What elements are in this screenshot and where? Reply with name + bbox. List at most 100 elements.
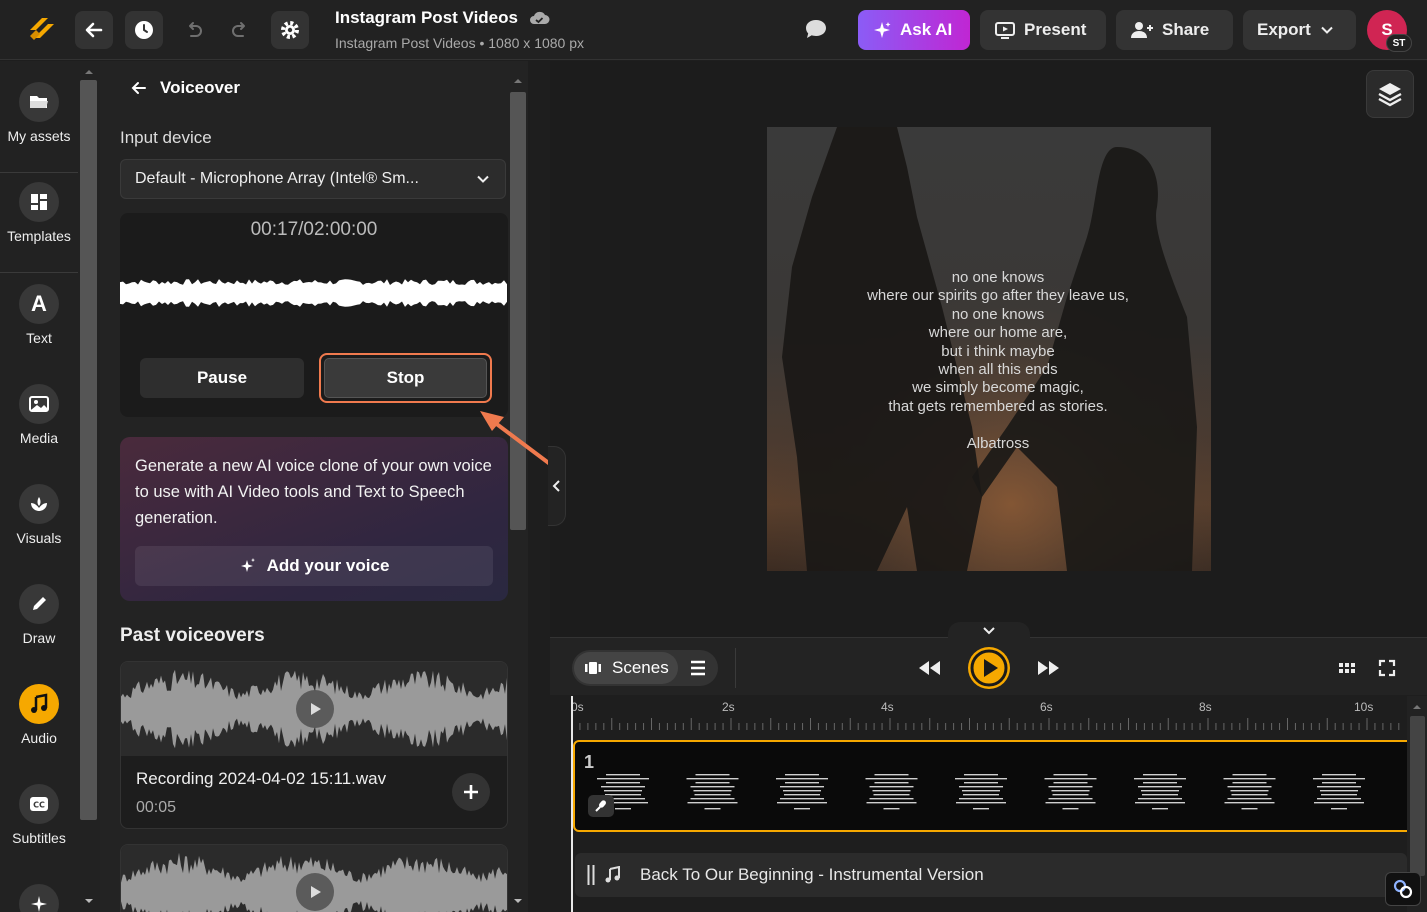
rail-label: Text <box>26 330 52 346</box>
play-recording-button[interactable] <box>296 873 334 911</box>
history-button[interactable] <box>125 11 163 49</box>
ask-ai-label: Ask AI <box>900 20 953 39</box>
sparkle-icon <box>874 22 891 38</box>
add-your-voice-label: Add your voice <box>266 556 390 575</box>
timeline-ruler[interactable] <box>572 718 1406 730</box>
poem-author[interactable]: Albatross <box>767 435 1229 452</box>
pen-icon <box>19 584 59 624</box>
document-title[interactable]: Instagram Post Videos <box>335 8 518 28</box>
rail-item-media[interactable]: Media <box>0 384 78 446</box>
list-view-button[interactable] <box>688 658 710 678</box>
poem-line: no one knows <box>951 269 1045 286</box>
image-icon <box>19 384 59 424</box>
rail-label: My assets <box>7 128 71 144</box>
rail-item-subtitles[interactable]: CC Subtitles <box>0 784 78 846</box>
app-logo[interactable] <box>26 14 56 46</box>
toolbar-divider <box>735 648 736 688</box>
redo-icon <box>232 22 245 37</box>
layers-button[interactable] <box>1366 70 1414 118</box>
toggle-timeline-button[interactable] <box>948 622 1030 640</box>
rail-item-my-assets[interactable]: My assets <box>0 82 78 144</box>
pause-button[interactable]: Pause <box>140 358 304 398</box>
chevron-left-icon <box>552 480 560 492</box>
past-voiceovers-heading: Past voiceovers <box>120 625 265 646</box>
input-device-label: Input device <box>120 128 212 147</box>
scenes-view-button[interactable]: Scenes <box>574 652 678 684</box>
share-label: Share <box>1162 20 1210 39</box>
rail-item-visuals[interactable]: Visuals <box>0 484 78 546</box>
timeline-scroll-thumb[interactable] <box>1410 716 1425 876</box>
undo-icon <box>189 22 202 37</box>
ruler-label: 8s <box>1199 700 1212 714</box>
poem-line: no one knows <box>951 305 1045 323</box>
fast-forward-button[interactable] <box>1036 656 1062 680</box>
rail-item-text[interactable]: A Text <box>0 284 78 346</box>
arrow-left-icon <box>85 22 103 38</box>
ruler-label: 10s <box>1354 700 1374 714</box>
rail-label: Draw <box>22 630 56 646</box>
scroll-up-icon <box>1413 705 1421 709</box>
stop-button[interactable]: Stop <box>324 358 487 398</box>
rail-label: Visuals <box>16 530 62 546</box>
add-recording-button[interactable] <box>452 773 490 811</box>
play-icon <box>970 649 1008 687</box>
export-button[interactable]: Export <box>1243 10 1356 50</box>
scene-number: 1 <box>584 752 595 772</box>
play-button[interactable] <box>968 647 1010 689</box>
plus-icon <box>464 785 478 799</box>
fullscreen-button[interactable] <box>1377 658 1397 678</box>
present-button[interactable]: Present <box>980 10 1106 50</box>
rail-item-audio[interactable]: Audio <box>0 684 78 746</box>
rail-scroll-thumb[interactable] <box>80 80 97 820</box>
rail-label: Audio <box>21 730 57 746</box>
add-your-voice-button[interactable]: Add your voice <box>135 546 493 586</box>
scroll-down-icon <box>85 899 93 903</box>
present-label: Present <box>1024 20 1087 39</box>
rail-item-more[interactable] <box>0 884 78 912</box>
voiceover-card[interactable]: Recording 2024-04-02 15:11.wav 00:05 <box>120 661 508 829</box>
play-icon <box>311 886 321 898</box>
folder-icon <box>19 82 59 122</box>
logo-icon <box>30 18 54 40</box>
grid-view-button[interactable] <box>1337 658 1357 678</box>
layers-icon <box>1378 83 1402 107</box>
rail-item-draw[interactable]: Draw <box>0 584 78 646</box>
scene-clip[interactable] <box>573 740 1413 832</box>
undo-button[interactable] <box>175 11 213 49</box>
avatar-badge: ST <box>1386 34 1412 52</box>
help-button[interactable] <box>1385 872 1421 906</box>
add-user-icon <box>1131 22 1153 38</box>
recording-timer: 00:17/02:00:00 <box>250 219 378 240</box>
comments-button[interactable] <box>803 17 831 43</box>
audio-drag-handle[interactable] <box>587 864 595 886</box>
monitor-play-icon <box>995 22 1015 39</box>
chevron-down-icon <box>1321 26 1333 34</box>
rail-divider <box>0 272 78 273</box>
recording-duration: 00:05 <box>136 799 177 816</box>
input-device-select[interactable]: Default - Microphone Array (Intel® Sm... <box>120 159 506 199</box>
fullscreen-icon <box>1378 659 1396 677</box>
settings-button[interactable] <box>271 11 309 49</box>
redo-button[interactable] <box>221 11 259 49</box>
scene-voiceover-button[interactable] <box>588 795 614 817</box>
live-waveform <box>120 279 507 307</box>
scenes-icon <box>585 662 601 674</box>
playhead[interactable] <box>571 696 573 912</box>
ask-ai-button[interactable]: Ask AI <box>858 10 970 50</box>
voiceover-back[interactable]: Voiceover <box>130 78 240 98</box>
play-recording-button[interactable] <box>296 690 334 728</box>
panel-title: Voiceover <box>160 78 241 97</box>
rail-item-templates[interactable]: Templates <box>0 182 78 244</box>
collapse-panel-button[interactable] <box>548 446 566 526</box>
share-button[interactable]: Share <box>1116 10 1233 50</box>
scroll-up-icon <box>514 79 522 83</box>
rewind-button[interactable] <box>916 656 942 680</box>
grid-icon <box>1339 663 1355 673</box>
back-button[interactable] <box>75 11 113 49</box>
ruler-label: 4s <box>881 700 894 714</box>
svg-text:CC: CC <box>33 801 45 810</box>
poem-text[interactable]: no one knows where our spirits go after … <box>767 269 1229 416</box>
audio-track-name: Back To Our Beginning - Instrumental Ver… <box>640 865 984 884</box>
voiceover-card[interactable] <box>120 844 508 912</box>
drag-handle-icon <box>587 865 595 885</box>
